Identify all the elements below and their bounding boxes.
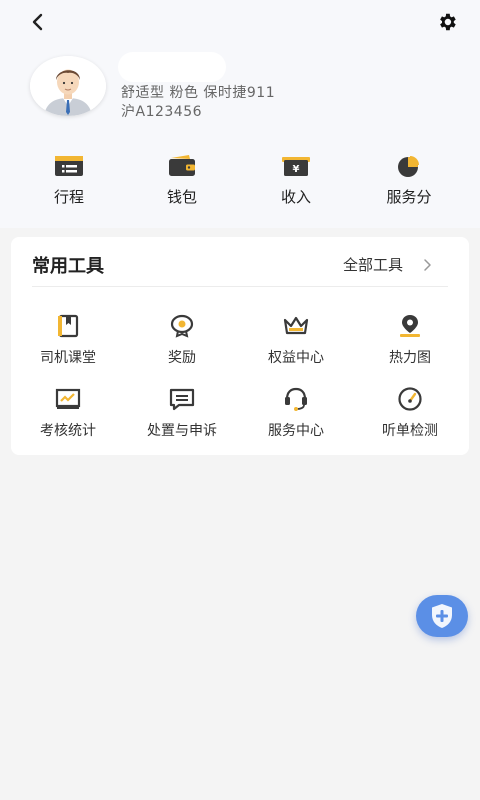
tool-label: 服务中心 [268,423,324,439]
tool-benefits-center[interactable]: 权益中心 [239,313,353,369]
quick-action-wallet[interactable]: 钱包 [127,152,237,212]
tools-card: 常用工具 全部工具 司机课堂 奖励 权益中心 热力图 考核统计 处置与申诉 服务… [11,237,469,455]
quick-action-label: 服务分 [386,188,432,206]
map-pin-icon [400,315,420,337]
license-plate: 沪A123456 [121,104,203,120]
chevron-left-icon [32,13,43,31]
gauge-icon [398,387,422,411]
tool-service-center[interactable]: 服务中心 [239,386,353,442]
divider [32,286,448,287]
gear-icon [440,13,456,31]
shield-plus-icon [432,604,452,628]
headset-icon [285,387,307,411]
quick-actions: 行程 钱包 ¥ 收入 服务分 [0,152,480,212]
crown-icon [283,316,309,335]
book-icon [58,314,79,338]
svg-text:¥: ¥ [293,164,300,175]
chevron-right-icon [424,258,431,271]
tool-heatmap[interactable]: 热力图 [353,313,467,369]
all-tools-link[interactable]: 全部工具 [343,254,433,275]
quick-action-trip[interactable]: 行程 [14,152,124,212]
vehicle-info: 舒适型 粉色 保时捷911 [121,85,276,101]
tool-label: 司机课堂 [40,350,96,366]
income-icon: ¥ [282,157,310,176]
quick-action-label: 收入 [280,188,311,206]
tools-title: 常用工具 [32,256,104,277]
tool-order-listening-check[interactable]: 听单检测 [353,386,467,442]
tool-label: 考核统计 [40,423,96,439]
all-tools-label: 全部工具 [343,256,404,274]
tool-reward[interactable]: 奖励 [125,313,239,369]
tool-assessment-stats[interactable]: 考核统计 [11,386,125,442]
quick-action-service-score[interactable]: 服务分 [354,152,464,212]
profile-header: 舒适型 粉色 保时捷911 沪A123456 行程 钱包 ¥ 收入 服务分 [0,0,480,228]
tool-disposal-appeal[interactable]: 处置与申诉 [125,386,239,442]
message-icon [169,388,195,411]
tool-label: 听单检测 [382,423,438,439]
driver-name-placeholder [118,52,226,82]
trip-icon [55,156,83,176]
wallet-icon [169,155,195,176]
tool-label: 权益中心 [268,350,324,366]
quick-action-income[interactable]: ¥ 收入 [241,152,351,212]
tool-label: 奖励 [168,350,196,366]
driver-avatar-icon [30,56,106,116]
back-button[interactable] [22,8,52,36]
tool-label: 热力图 [389,350,431,366]
settings-button[interactable] [432,8,462,36]
reward-icon [170,314,194,338]
tool-driver-class[interactable]: 司机课堂 [11,313,125,369]
service-score-icon [398,156,419,177]
avatar[interactable] [30,56,106,116]
stats-icon [55,388,81,409]
tool-label: 处置与申诉 [147,423,217,439]
quick-action-label: 钱包 [166,188,197,206]
quick-action-label: 行程 [53,188,84,206]
safety-fab-button[interactable] [416,595,468,637]
